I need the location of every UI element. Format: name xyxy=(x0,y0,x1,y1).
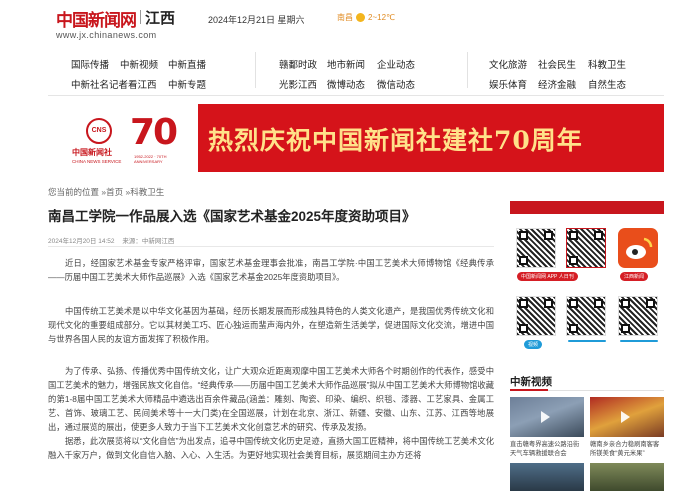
nav-item[interactable]: 经济金融 xyxy=(538,77,576,91)
video-section-rule xyxy=(510,389,664,391)
seventy-anniversary-mark: 70 1952-2022 · 70TH ANNIVERSARY xyxy=(130,110,192,166)
anniversary-years: 1952-2022 · 70TH ANNIVERSARY xyxy=(134,154,167,164)
logo-url: www.jx.chinanews.com xyxy=(56,30,157,40)
play-icon xyxy=(541,411,550,423)
cns-name: 中国新闻社 xyxy=(72,147,112,157)
weibo-app-icon[interactable] xyxy=(618,228,658,268)
nav-item[interactable]: 文化旅游 xyxy=(489,57,527,71)
qr-corner xyxy=(544,231,553,240)
qr-corner xyxy=(569,324,578,333)
qr-caption xyxy=(620,340,658,342)
qr-corner xyxy=(621,324,630,333)
play-icon xyxy=(621,411,630,423)
video-thumbnail[interactable] xyxy=(510,463,584,491)
qr-code-chinanews-app[interactable] xyxy=(516,228,556,268)
article-paragraph: 为了传承、弘扬、传播优秀中国传统文化，让广大观众近距离观摩中国工艺美术大师各个时… xyxy=(48,366,494,432)
video-caption[interactable]: 直击赣粤界高速公路沿街天气车辆救援联合会 xyxy=(510,440,584,458)
qr-corner xyxy=(594,299,603,308)
breadcrumb-prefix: 您当前的位置 xyxy=(48,187,100,197)
main-nav: 国际传播 中新视频 中新直播 中新社名记者看江西 中新专题 赣鄱时政 地市新闻 … xyxy=(0,52,700,94)
qr-corner xyxy=(569,299,578,308)
qr-caption: 视频 xyxy=(524,340,543,349)
nav-item[interactable]: 微博动态 xyxy=(327,77,365,91)
qr-corner xyxy=(569,256,578,265)
nav-item[interactable]: 中新专题 xyxy=(168,77,206,91)
site-logo[interactable]: 中国新闻网 江西 www.jx.chinanews.com xyxy=(56,6,176,40)
article-meta: 2024年12月20日 14:52 来源：中新网江西 xyxy=(48,235,180,245)
qr-corner xyxy=(594,231,603,240)
weather-city: 南昌 xyxy=(337,13,353,22)
qr-caption xyxy=(568,340,606,342)
qr-code-video[interactable] xyxy=(516,296,556,336)
qr-corner xyxy=(519,231,528,240)
sun-icon xyxy=(356,13,365,23)
nav-item[interactable]: 中新直播 xyxy=(168,57,206,71)
current-date: 2024年12月21日 星期六 xyxy=(208,15,305,25)
article-date: 2024年12月20日 14:52 xyxy=(48,238,115,245)
weather-temp: 2~12℃ xyxy=(368,13,396,22)
article-paragraph: 据悉，此次展览将以“文化自信”为出发点，追寻中国传统文化历史足迹，直扬大国工匠精… xyxy=(48,436,494,460)
qr-corner xyxy=(519,324,528,333)
breadcrumb-section[interactable]: 科教卫生 xyxy=(130,187,164,197)
video-thumbnail[interactable] xyxy=(510,397,584,437)
qr-code-miniapp[interactable] xyxy=(618,296,658,336)
nav-item[interactable]: 微信动态 xyxy=(377,77,415,91)
nav-item[interactable]: 娱乐体育 xyxy=(489,77,527,91)
video-section-heading[interactable]: 中新视频 xyxy=(510,374,552,389)
sidebar-header-bar xyxy=(510,201,664,214)
article-title: 南昌工学院一作品展入选《国家艺术基金2025年度资助项目》 xyxy=(48,209,416,224)
anniversary-banner[interactable]: CNS 中国新闻社 CHINA NEWS SERVICE 70 1952-202… xyxy=(48,104,664,172)
video-section-accent xyxy=(510,389,548,391)
video-thumbnail[interactable] xyxy=(590,463,664,491)
cns-english-name: CHINA NEWS SERVICE xyxy=(72,159,122,164)
qr-corner xyxy=(544,299,553,308)
nav-item[interactable]: 中新视频 xyxy=(120,57,158,71)
qr-corner xyxy=(519,299,528,308)
nav-item[interactable]: 中新社名记者看江西 xyxy=(71,77,157,91)
breadcrumb: 您当前的位置 »首页 »科教卫生 xyxy=(48,186,164,198)
article-paragraph: 中国传统工艺美术是以中华文化基因为基础，经历长期发展而形成独具特色的人类文化遗产… xyxy=(48,306,494,344)
breadcrumb-home[interactable]: 首页 xyxy=(106,187,123,197)
site-header: 中国新闻网 江西 www.jx.chinanews.com 2024年12月21… xyxy=(0,0,700,44)
banner-slogan: 热烈庆祝中国新闻社建社70周年 xyxy=(208,126,583,155)
qr-caption: 江西新闻 xyxy=(620,272,649,281)
qr-corner xyxy=(519,256,528,265)
video-caption[interactable]: 赣南乡亲合力稳刷南客客所镁美食“黄元米果” xyxy=(590,440,664,458)
nav-item[interactable]: 光影江西 xyxy=(279,77,317,91)
logo-text: 中国新闻网 xyxy=(56,11,137,31)
nav-item[interactable]: 赣鄱时政 xyxy=(279,57,317,71)
video-thumbnail[interactable] xyxy=(590,397,664,437)
content-divider xyxy=(48,246,494,247)
qr-corner xyxy=(569,231,578,240)
qr-code-weibo[interactable] xyxy=(566,228,606,268)
nav-item[interactable]: 企业动态 xyxy=(377,57,415,71)
article-source: 来源：中新网江西 xyxy=(122,238,175,245)
logo-region: 江西 xyxy=(145,10,176,27)
nav-item[interactable]: 科教卫生 xyxy=(588,57,626,71)
anniversary-number: 70 xyxy=(130,112,178,153)
qr-corner xyxy=(646,299,655,308)
qr-code-wechat[interactable] xyxy=(566,296,606,336)
cns-emblem-icon: CNS xyxy=(86,118,112,144)
nav-divider xyxy=(467,52,468,88)
logo-divider xyxy=(140,10,141,24)
weibo-icon xyxy=(626,237,653,259)
qr-caption: 中国新闻网 APP 人日刊 xyxy=(517,272,578,281)
nav-item[interactable]: 自然生态 xyxy=(588,77,626,91)
banner-logo-panel: CNS 中国新闻社 CHINA NEWS SERVICE 70 1952-202… xyxy=(48,104,198,172)
nav-item[interactable]: 社会民生 xyxy=(538,57,576,71)
nav-item[interactable]: 国际传播 xyxy=(71,57,109,71)
article-paragraph: 近日，经国家艺术基金专家严格评审，国家艺术基金理事会批准，南昌工学院·中国工艺美… xyxy=(48,258,494,282)
nav-divider xyxy=(255,52,256,88)
qr-corner xyxy=(621,299,630,308)
nav-item[interactable]: 地市新闻 xyxy=(327,57,365,71)
nav-underline xyxy=(48,95,664,96)
weather-widget: 南昌 2~12℃ xyxy=(337,12,395,23)
